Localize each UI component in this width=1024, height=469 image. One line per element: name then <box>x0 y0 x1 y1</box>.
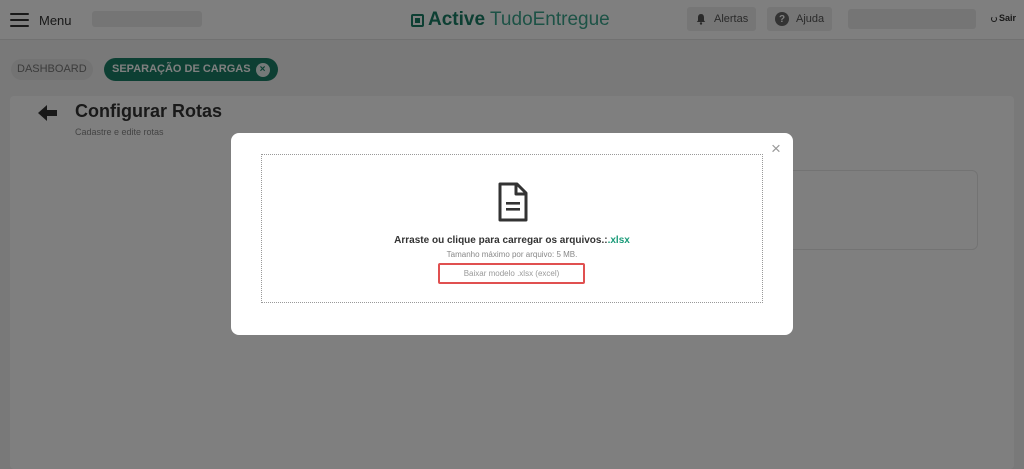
max-file-size: Tamanho máximo por arquivo: 5 MB. <box>446 250 578 259</box>
file-dropzone[interactable]: Arraste ou clique para carregar os arqui… <box>261 154 763 303</box>
modal-close-button[interactable]: × <box>771 140 781 157</box>
file-document-icon <box>498 182 528 222</box>
drop-text: Arraste ou clique para carregar os arqui… <box>394 235 608 246</box>
upload-modal: × Arraste ou clique para carregar os arq… <box>231 133 793 335</box>
drop-instructions: Arraste ou clique para carregar os arqui… <box>262 235 762 246</box>
download-template-button[interactable]: Baixar modelo .xlsx (excel) <box>438 263 585 284</box>
drop-extension: .xlsx <box>607 235 630 246</box>
